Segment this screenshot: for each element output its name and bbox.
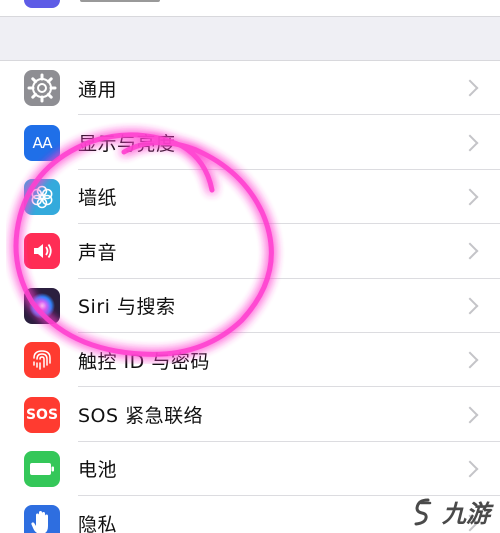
gear-icon (24, 70, 60, 107)
watermark: 九游 (410, 494, 490, 529)
chevron-right-icon (461, 351, 479, 369)
settings-group: 通用 AA 显示与亮度 墙纸 声音 Siri 与搜索 触控 ID 与密码 SOS… (0, 60, 500, 533)
settings-row-label: SOS 紧急联络 (78, 405, 204, 428)
chevron-right-icon (461, 134, 479, 152)
settings-row-label: 显示与亮度 (78, 133, 176, 156)
settings-row-sos[interactable]: SOS SOS 紧急联络 (0, 387, 500, 443)
speaker-icon (24, 233, 60, 270)
settings-row-touchid[interactable]: 触控 ID 与密码 (0, 333, 500, 388)
settings-screen: 通用 AA 显示与亮度 墙纸 声音 Siri 与搜索 触控 ID 与密码 SOS… (0, 0, 500, 533)
settings-row-wallpaper[interactable]: 墙纸 (0, 170, 500, 225)
watermark-text: 九游 (442, 499, 490, 528)
sos-icon-text: SOS (25, 406, 59, 423)
display-icon-text: AA (32, 133, 53, 152)
fingerprint-icon (24, 342, 60, 379)
settings-row-label: Siri 与搜索 (78, 296, 176, 319)
sos-icon: SOS (24, 396, 60, 433)
cropped-icon (24, 0, 60, 8)
cropped-label (80, 0, 160, 2)
settings-row-label: 触控 ID 与密码 (78, 350, 210, 373)
chevron-right-icon (461, 460, 479, 478)
chevron-right-icon (461, 79, 479, 97)
chevron-right-icon (461, 242, 479, 260)
battery-icon (24, 450, 60, 487)
settings-row-label: 隐私 (78, 513, 118, 533)
siri-icon (24, 287, 60, 324)
display-brightness-icon: AA (24, 124, 60, 161)
settings-row-label: 电池 (78, 459, 118, 482)
settings-row-sound[interactable]: 声音 (0, 224, 500, 279)
chevron-right-icon (461, 406, 479, 424)
previous-settings-group (0, 0, 500, 17)
chevron-right-icon (461, 297, 479, 315)
settings-row-display[interactable]: AA 显示与亮度 (0, 115, 500, 171)
settings-row-label: 通用 (78, 78, 118, 101)
settings-row-label: 墙纸 (78, 187, 118, 210)
settings-row-label: 声音 (78, 241, 118, 264)
watermark-logo-icon (414, 498, 432, 525)
settings-row-battery[interactable]: 电池 (0, 442, 500, 497)
settings-row-general[interactable]: 通用 (0, 61, 500, 116)
settings-row-siri[interactable]: Siri 与搜索 (0, 279, 500, 334)
hand-icon (24, 505, 60, 533)
wallpaper-flower-icon (24, 178, 60, 215)
chevron-right-icon (461, 188, 479, 206)
